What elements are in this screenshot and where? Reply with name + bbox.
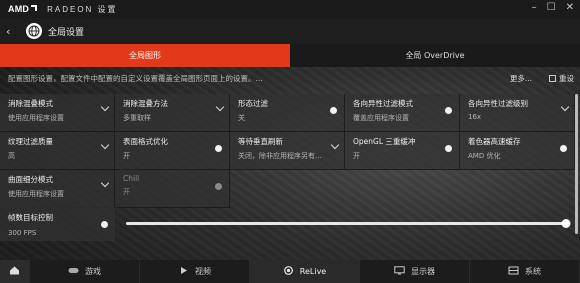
setting-tile[interactable]: 表面格式优化开 [115, 132, 230, 170]
setting-value: 覆盖应用程序设置 [353, 114, 409, 122]
toggle-switch[interactable] [215, 183, 222, 190]
nav-label: 显示器 [411, 267, 435, 276]
nav-item-system[interactable]: 系统 [470, 260, 580, 283]
nav-label: 系统 [525, 267, 541, 276]
nav-item-home[interactable] [0, 260, 30, 283]
toggle-switch[interactable] [445, 107, 452, 114]
setting-label: 各向异性过滤级别 [468, 99, 528, 108]
reset-label: 重设 [559, 73, 574, 83]
slider-thumb[interactable] [561, 219, 571, 228]
minimize-icon[interactable]: – [532, 2, 537, 13]
nav-item-gamepad[interactable]: 游戏 [30, 260, 140, 283]
frame-target-slider[interactable] [126, 219, 571, 228]
setting-label: 曲面细分模式 [8, 175, 53, 184]
setting-tile[interactable]: 等待垂直刷新关闭，除非应用程序另有... [230, 132, 345, 170]
setting-value: 使用应用程序设置 [8, 190, 64, 198]
scrollbar[interactable] [575, 94, 578, 234]
setting-value: 高 [8, 152, 15, 160]
reset-button[interactable]: 重设 [549, 73, 574, 84]
setting-tile[interactable]: 着色器高速缓存 AMD 优化 [460, 132, 575, 170]
title-bar: AMD RADEON 设置 – ☐ ✕ [0, 0, 580, 18]
toggle-switch[interactable] [215, 145, 222, 152]
setting-tile[interactable]: 纹理过滤质量高 [0, 132, 115, 170]
frame-target-toggle[interactable] [101, 221, 108, 228]
setting-value: 开 [353, 152, 360, 160]
setting-label: 消除混叠模式 [8, 99, 53, 108]
globe-icon [26, 23, 42, 39]
page-title: 全局设置 [48, 27, 85, 38]
setting-tile[interactable]: 曲面细分模式使用应用程序设置 [0, 170, 115, 208]
setting-label: 等待垂直刷新 [238, 137, 283, 146]
setting-tile[interactable]: 各向异性过滤级别 16x [460, 94, 575, 132]
toggle-switch[interactable] [445, 145, 452, 152]
page-header: ‹ 全局设置 [0, 18, 580, 44]
tab-global-graphics[interactable]: 全局图形 [0, 44, 290, 67]
app-name: RADEON 设置 [47, 4, 118, 14]
setting-label: 消除混叠方法 [123, 99, 168, 108]
toggle-switch[interactable] [560, 145, 567, 152]
nav-item-play[interactable]: 视频 [140, 260, 250, 283]
setting-tile[interactable]: OpenGL 三重缓冲开 [345, 132, 460, 170]
monitor-icon [394, 266, 405, 277]
setting-tile[interactable]: 消除混叠方法 多重取样 [115, 94, 230, 132]
setting-label: OpenGL 三重缓冲 [353, 137, 416, 146]
amd-logo: AMD [8, 4, 38, 14]
setting-label: 各向异性过滤模式 [353, 99, 413, 108]
frame-target-label: 帧数目标控制 [8, 213, 53, 222]
gamepad-icon [68, 266, 79, 277]
setting-tile[interactable]: 消除混叠模式使用应用程序设置 [0, 94, 115, 132]
home-icon [9, 266, 20, 277]
system-icon [508, 266, 519, 277]
frame-target-row: 帧数目标控制 300 FPS [0, 207, 575, 241]
nav-label: 游戏 [85, 267, 101, 276]
setting-value: 多重取样 [123, 114, 151, 122]
setting-value: 关闭，除非应用程序另有... [238, 152, 322, 160]
toggle-switch[interactable] [330, 107, 337, 114]
frame-target-value: 300 FPS [8, 229, 37, 237]
setting-value: AMD 优化 [468, 152, 501, 160]
nav-label: ReLive [299, 267, 327, 276]
reset-icon [549, 74, 556, 82]
nav-item-monitor[interactable]: 显示器 [360, 260, 470, 283]
setting-value: 使用应用程序设置 [8, 114, 64, 122]
setting-label: 着色器高速缓存 [468, 137, 521, 146]
setting-tile[interactable]: 形态过滤关 [230, 94, 345, 132]
tab-global-overdrive[interactable]: 全局 OverDrive [290, 44, 580, 67]
window-controls: – ☐ ✕ [532, 2, 574, 13]
setting-value: 16x [468, 113, 482, 121]
play-icon [178, 266, 189, 277]
frame-target-control[interactable]: 帧数目标控制 300 FPS [0, 207, 115, 241]
setting-label: Chill [123, 174, 140, 183]
maximize-icon[interactable]: ☐ [547, 2, 556, 13]
setting-label: 形态过滤 [238, 99, 268, 108]
nav-label: 视频 [195, 267, 211, 276]
more-link[interactable]: 更多... [510, 73, 532, 84]
nav-item-relive[interactable]: ReLive [250, 260, 360, 283]
tab-bar: 全局图形 全局 OverDrive [0, 44, 580, 67]
setting-tile[interactable]: 各向异性过滤模式 覆盖应用程序设置 [345, 94, 460, 132]
page-description: 配置图形设置，配置文件中配置的自定义设置覆盖全局图形页面上的设置。... [8, 73, 263, 83]
setting-label: 纹理过滤质量 [8, 137, 53, 146]
setting-value: 关 [238, 114, 245, 122]
description-row: 配置图形设置，配置文件中配置的自定义设置覆盖全局图形页面上的设置。... 更多.… [0, 70, 580, 86]
setting-value: 开 [123, 188, 130, 196]
close-icon[interactable]: ✕ [566, 2, 574, 13]
relive-icon [283, 266, 294, 277]
setting-tile[interactable]: Chill 开 [115, 170, 230, 208]
bottom-navigation: 游戏 视频 ReLive 显示器 系统 [0, 260, 580, 283]
back-arrow-icon[interactable]: ‹ [6, 25, 18, 38]
setting-value: 开 [123, 152, 130, 160]
setting-label: 表面格式优化 [123, 137, 168, 146]
